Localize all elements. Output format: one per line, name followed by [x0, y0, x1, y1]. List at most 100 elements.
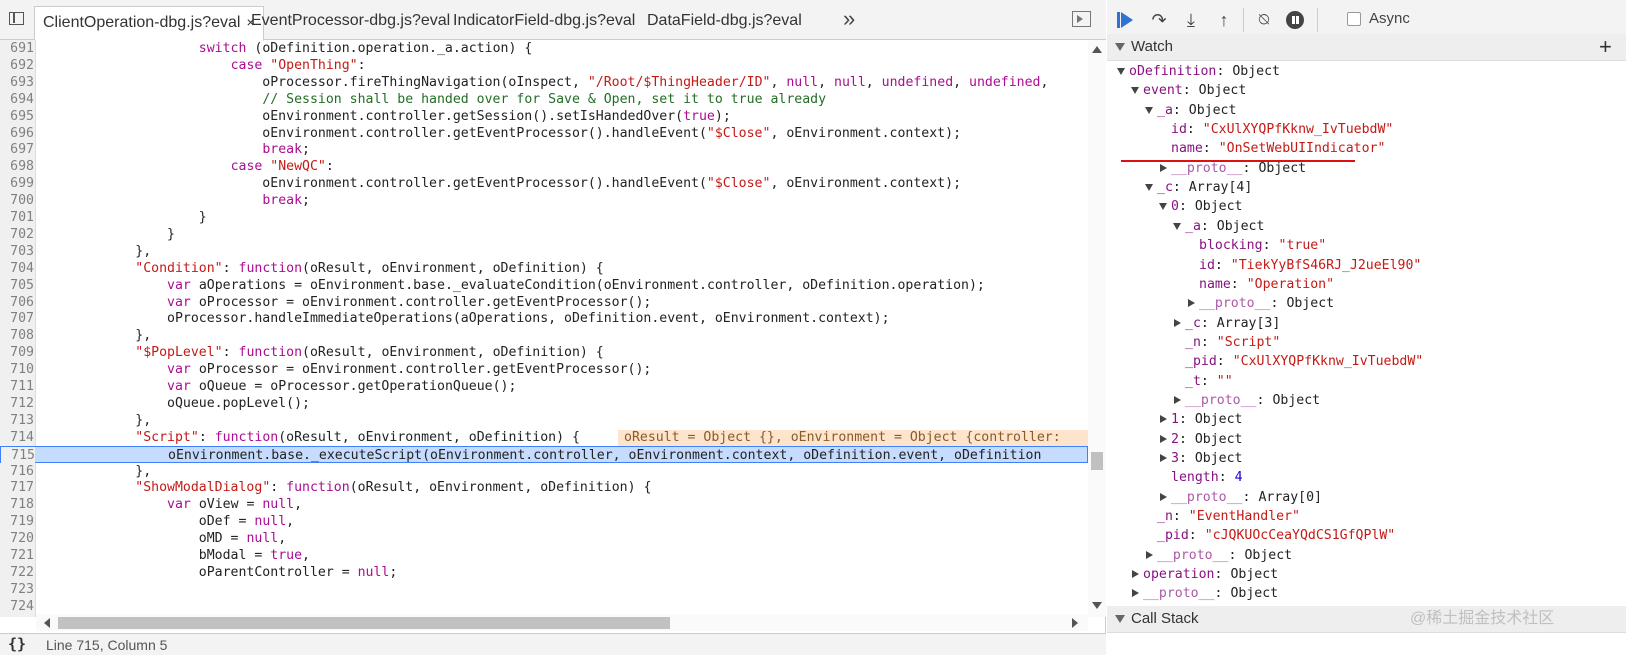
add-watch-button[interactable]: + [1599, 34, 1612, 60]
code-line[interactable]: 706 var oProcessor = oEnvironment.contro… [0, 293, 1088, 311]
code-line[interactable]: 716 }, [0, 462, 1088, 480]
code-line[interactable]: 692 case "OpenThing": [0, 56, 1088, 75]
line-number[interactable]: 720 [0, 530, 34, 548]
scroll-right-icon[interactable] [1072, 618, 1078, 628]
line-number[interactable]: 707 [0, 310, 34, 328]
more-tabs-button[interactable]: » [843, 6, 855, 32]
line-number[interactable]: 711 [0, 378, 34, 396]
line-number[interactable]: 694 [0, 90, 34, 109]
resume-button[interactable] [1115, 8, 1139, 32]
expanded-triangle-icon[interactable] [1159, 203, 1167, 211]
line-number[interactable]: 716 [0, 462, 34, 480]
line-number[interactable]: 704 [0, 259, 34, 278]
line-number[interactable]: 719 [0, 513, 34, 531]
navigator-toggle-button[interactable] [6, 9, 28, 29]
line-number[interactable]: 723 [0, 580, 34, 599]
step-into-button[interactable]: ⤓ [1179, 8, 1203, 32]
code-line[interactable]: 721 bModal = true, [0, 547, 1088, 565]
line-number[interactable]: 718 [0, 496, 34, 514]
scroll-up-icon[interactable] [1092, 46, 1102, 53]
collapsed-triangle-icon[interactable] [1174, 318, 1181, 327]
watch-section-header[interactable]: Watch + [1107, 34, 1626, 61]
code-line[interactable]: 719 oDef = null, [0, 513, 1088, 531]
collapsed-triangle-icon[interactable] [1174, 395, 1181, 404]
line-number[interactable]: 715 [1, 446, 35, 465]
code-line[interactable]: 694 // Session shall be handed over for … [0, 90, 1088, 109]
scroll-down-icon[interactable] [1092, 602, 1102, 609]
line-number[interactable]: 697 [0, 141, 34, 159]
code-line[interactable]: 693 oProcessor.fireThingNavigation(oInsp… [0, 73, 1088, 92]
collapsed-triangle-icon[interactable] [1160, 434, 1167, 443]
line-number[interactable]: 691 [0, 40, 34, 58]
collapsed-triangle-icon[interactable] [1160, 492, 1167, 501]
step-out-button[interactable]: ↑ [1212, 8, 1236, 32]
line-number[interactable]: 695 [0, 107, 34, 126]
line-number[interactable]: 717 [0, 479, 34, 497]
expand-caret-icon[interactable] [1115, 43, 1125, 51]
pretty-print-button[interactable]: {} [8, 635, 26, 653]
async-checkbox[interactable] [1347, 12, 1361, 26]
code-line[interactable]: 695 oEnvironment.controller.getSession()… [0, 107, 1088, 126]
collapsed-triangle-icon[interactable] [1160, 163, 1167, 172]
code-line[interactable]: 705 var aOperations = oEnvironment.base.… [0, 276, 1088, 295]
line-number[interactable]: 722 [0, 563, 34, 582]
code-line[interactable]: 724 [0, 597, 1088, 616]
expanded-triangle-icon[interactable] [1145, 184, 1153, 192]
line-number[interactable]: 709 [0, 344, 34, 362]
collapsed-triangle-icon[interactable] [1132, 589, 1139, 598]
code-line[interactable]: 722 oParentController = null; [0, 563, 1088, 582]
step-over-button[interactable]: ↷ [1147, 8, 1171, 32]
code-line[interactable]: 713 }, [0, 411, 1088, 430]
code-line[interactable]: 707 oProcessor.handleImmediateOperations… [0, 310, 1088, 328]
horizontal-scroll-thumb[interactable] [58, 617, 670, 629]
code-line[interactable]: 720 oMD = null, [0, 530, 1088, 548]
code-line[interactable]: 697 break; [0, 141, 1088, 159]
collapsed-triangle-icon[interactable] [1146, 550, 1153, 559]
pause-on-exceptions-button[interactable] [1283, 8, 1307, 32]
code-line[interactable]: 723 [0, 580, 1088, 599]
code-line[interactable]: 703 }, [0, 242, 1088, 261]
collapsed-triangle-icon[interactable] [1132, 570, 1139, 579]
deactivate-breakpoints-button[interactable]: ⍉ [1252, 8, 1276, 32]
line-number[interactable]: 700 [0, 192, 34, 210]
code-line[interactable]: 699 oEnvironment.controller.getEventProc… [0, 175, 1088, 193]
line-number[interactable]: 692 [0, 56, 34, 75]
code-line[interactable]: 718 var oView = null, [0, 496, 1088, 514]
code-line[interactable]: 696 oEnvironment.controller.getEventProc… [0, 124, 1088, 142]
vertical-scrollbar[interactable] [1088, 40, 1106, 617]
code-line[interactable]: 704 "Condition": function(oResult, oEnvi… [0, 259, 1088, 278]
code-view[interactable]: 691 switch (oDefinition.operation._a.act… [0, 40, 1106, 617]
debugger-panel-toggle-icon[interactable] [1072, 11, 1091, 27]
code-line[interactable]: 710 var oProcessor = oEnvironment.contro… [0, 361, 1088, 379]
line-number[interactable]: 693 [0, 73, 34, 92]
collapsed-triangle-icon[interactable] [1160, 454, 1167, 462]
line-number[interactable]: 724 [0, 597, 34, 616]
line-number[interactable]: 714 [0, 428, 34, 447]
tab-indicator-field[interactable]: IndicatorField-dbg.js?eval [445, 6, 643, 40]
code-line[interactable]: 709 "$PopLevel": function(oResult, oEnvi… [0, 344, 1088, 362]
scroll-left-icon[interactable] [44, 618, 50, 628]
horizontal-scrollbar[interactable] [36, 614, 1088, 631]
line-number[interactable]: 710 [0, 361, 34, 379]
code-line[interactable]: 698 case "NewQC": [0, 158, 1088, 176]
code-line[interactable]: 691 switch (oDefinition.operation._a.act… [0, 40, 1088, 58]
code-line-current[interactable]: 715 oEnvironment.base._executeScript(oEn… [0, 445, 1088, 465]
line-number[interactable]: 713 [0, 411, 34, 430]
line-number[interactable]: 701 [0, 209, 34, 227]
code-line[interactable]: 700 break; [0, 192, 1088, 210]
code-line[interactable]: 701 } [0, 209, 1088, 227]
collapsed-triangle-icon[interactable] [1188, 299, 1195, 308]
line-number[interactable]: 699 [0, 175, 34, 193]
line-number[interactable]: 703 [0, 242, 34, 261]
expanded-triangle-icon[interactable] [1131, 87, 1139, 95]
code-line[interactable]: 708 }, [0, 327, 1088, 345]
tab-data-field[interactable]: DataField-dbg.js?eval [639, 6, 810, 40]
tab-client-operation[interactable]: ClientOperation-dbg.js?eval × [34, 6, 264, 41]
code-line[interactable]: 714 "Script": function(oResult, oEnviron… [0, 428, 1088, 447]
expanded-triangle-icon[interactable] [1173, 222, 1181, 230]
line-number[interactable]: 702 [0, 225, 34, 244]
expand-caret-icon[interactable] [1115, 615, 1125, 623]
line-number[interactable]: 706 [0, 293, 34, 311]
code-line[interactable]: 711 var oQueue = oProcessor.getOperation… [0, 378, 1088, 396]
line-number[interactable]: 712 [0, 394, 34, 413]
